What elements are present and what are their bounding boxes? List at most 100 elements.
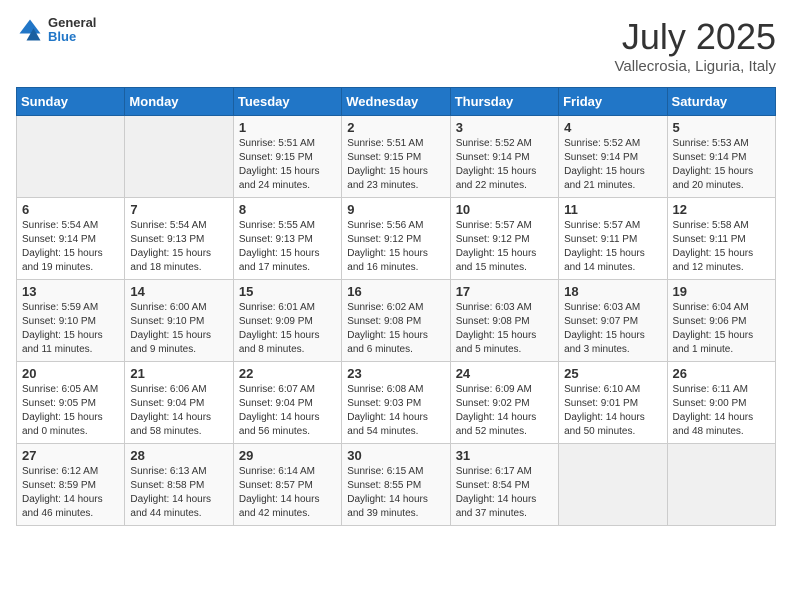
day-number: 1 xyxy=(239,120,336,135)
cell-content: Sunrise: 5:54 AMSunset: 9:14 PMDaylight:… xyxy=(22,219,119,275)
day-number: 15 xyxy=(239,284,336,299)
cell-content: Sunrise: 5:59 AMSunset: 9:10 PMDaylight:… xyxy=(22,301,119,357)
cell-content: Sunrise: 6:03 AMSunset: 9:08 PMDaylight:… xyxy=(456,301,553,357)
calendar-cell xyxy=(559,444,667,526)
cell-content: Sunrise: 6:01 AMSunset: 9:09 PMDaylight:… xyxy=(239,301,336,357)
calendar-header-row: SundayMondayTuesdayWednesdayThursdayFrid… xyxy=(17,88,776,116)
day-header: Monday xyxy=(125,88,233,116)
calendar-cell: 13 Sunrise: 5:59 AMSunset: 9:10 PMDayligh… xyxy=(17,280,125,362)
cell-content: Sunrise: 6:09 AMSunset: 9:02 PMDaylight:… xyxy=(456,383,553,439)
day-number: 9 xyxy=(347,202,444,217)
cell-content: Sunrise: 5:58 AMSunset: 9:11 PMDaylight:… xyxy=(673,219,770,275)
day-number: 7 xyxy=(130,202,227,217)
calendar-cell: 4Sunrise: 5:52 AMSunset: 9:14 PMDaylight… xyxy=(559,116,667,198)
calendar-cell: 7 Sunrise: 5:54 AMSunset: 9:13 PMDaylight… xyxy=(125,198,233,280)
calendar-cell: 30 Sunrise: 6:15 AMSunset: 8:55 PMDayligh… xyxy=(342,444,450,526)
calendar-table: SundayMondayTuesdayWednesdayThursdayFrid… xyxy=(16,87,776,526)
day-header: Saturday xyxy=(667,88,775,116)
cell-content: Sunrise: 6:00 AMSunset: 9:10 PMDaylight:… xyxy=(130,301,227,357)
location: Vallecrosia, Liguria, Italy xyxy=(615,58,776,75)
cell-content: Sunrise: 6:05 AMSunset: 9:05 PMDaylight:… xyxy=(22,383,119,439)
calendar-cell: 25Sunrise: 6:10 AMSunset: 9:01 PMDayligh… xyxy=(559,362,667,444)
page-header: General Blue July 2025 Vallecrosia, Ligu… xyxy=(16,16,776,75)
cell-content: Sunrise: 5:54 AMSunset: 9:13 PMDaylight:… xyxy=(130,219,227,275)
calendar-cell: 31 Sunrise: 6:17 AMSunset: 8:54 PMDayligh… xyxy=(450,444,558,526)
day-header: Friday xyxy=(559,88,667,116)
cell-content: Sunrise: 6:12 AMSunset: 8:59 PMDaylight:… xyxy=(22,465,119,521)
day-number: 13 xyxy=(22,284,119,299)
cell-content: Sunrise: 6:02 AMSunset: 9:08 PMDaylight:… xyxy=(347,301,444,357)
logo-general: General xyxy=(48,16,96,30)
month-title: July 2025 xyxy=(615,16,776,58)
day-number: 26 xyxy=(673,366,770,381)
cell-content: Sunrise: 6:17 AMSunset: 8:54 PMDaylight:… xyxy=(456,465,553,521)
cell-content: Sunrise: 5:57 AMSunset: 9:11 PMDaylight:… xyxy=(564,219,661,275)
day-number: 19 xyxy=(673,284,770,299)
cell-content: Sunrise: 6:10 AMSunset: 9:01 PMDaylight:… xyxy=(564,383,661,439)
calendar-cell: 2Sunrise: 5:51 AMSunset: 9:15 PMDaylight… xyxy=(342,116,450,198)
logo: General Blue xyxy=(16,16,96,45)
calendar-cell: 27 Sunrise: 6:12 AMSunset: 8:59 PMDayligh… xyxy=(17,444,125,526)
cell-content: Sunrise: 5:53 AMSunset: 9:14 PMDaylight:… xyxy=(673,137,770,193)
cell-content: Sunrise: 5:56 AMSunset: 9:12 PMDaylight:… xyxy=(347,219,444,275)
calendar-cell: 1Sunrise: 5:51 AMSunset: 9:15 PMDaylight… xyxy=(233,116,341,198)
day-number: 23 xyxy=(347,366,444,381)
calendar-cell: 20Sunrise: 6:05 AMSunset: 9:05 PMDayligh… xyxy=(17,362,125,444)
cell-content: Sunrise: 6:13 AMSunset: 8:58 PMDaylight:… xyxy=(130,465,227,521)
cell-content: Sunrise: 5:52 AMSunset: 9:14 PMDaylight:… xyxy=(456,137,553,193)
calendar-cell: 22Sunrise: 6:07 AMSunset: 9:04 PMDayligh… xyxy=(233,362,341,444)
day-number: 12 xyxy=(673,202,770,217)
calendar-week-row: 1Sunrise: 5:51 AMSunset: 9:15 PMDaylight… xyxy=(17,116,776,198)
day-number: 18 xyxy=(564,284,661,299)
cell-content: Sunrise: 6:15 AMSunset: 8:55 PMDaylight:… xyxy=(347,465,444,521)
cell-content: Sunrise: 6:03 AMSunset: 9:07 PMDaylight:… xyxy=(564,301,661,357)
calendar-cell: 9 Sunrise: 5:56 AMSunset: 9:12 PMDaylight… xyxy=(342,198,450,280)
calendar-cell: 16 Sunrise: 6:02 AMSunset: 9:08 PMDayligh… xyxy=(342,280,450,362)
calendar-cell: 17 Sunrise: 6:03 AMSunset: 9:08 PMDayligh… xyxy=(450,280,558,362)
calendar-cell: 3Sunrise: 5:52 AMSunset: 9:14 PMDaylight… xyxy=(450,116,558,198)
calendar-cell: 28Sunrise: 6:13 AMSunset: 8:58 PMDayligh… xyxy=(125,444,233,526)
calendar-week-row: 13 Sunrise: 5:59 AMSunset: 9:10 PMDayligh… xyxy=(17,280,776,362)
day-number: 2 xyxy=(347,120,444,135)
day-number: 17 xyxy=(456,284,553,299)
calendar-cell: 8Sunrise: 5:55 AMSunset: 9:13 PMDaylight… xyxy=(233,198,341,280)
day-header: Tuesday xyxy=(233,88,341,116)
calendar-cell xyxy=(17,116,125,198)
calendar-week-row: 20Sunrise: 6:05 AMSunset: 9:05 PMDayligh… xyxy=(17,362,776,444)
calendar-cell: 12 Sunrise: 5:58 AMSunset: 9:11 PMDayligh… xyxy=(667,198,775,280)
day-number: 11 xyxy=(564,202,661,217)
calendar-cell: 15 Sunrise: 6:01 AMSunset: 9:09 PMDayligh… xyxy=(233,280,341,362)
day-number: 6 xyxy=(22,202,119,217)
calendar-cell: 26 Sunrise: 6:11 AMSunset: 9:00 PMDayligh… xyxy=(667,362,775,444)
calendar-cell: 10Sunrise: 5:57 AMSunset: 9:12 PMDayligh… xyxy=(450,198,558,280)
calendar-week-row: 27 Sunrise: 6:12 AMSunset: 8:59 PMDayligh… xyxy=(17,444,776,526)
day-number: 21 xyxy=(130,366,227,381)
day-number: 24 xyxy=(456,366,553,381)
calendar-cell: 11 Sunrise: 5:57 AMSunset: 9:11 PMDayligh… xyxy=(559,198,667,280)
calendar-cell xyxy=(667,444,775,526)
logo-blue: Blue xyxy=(48,30,96,44)
logo-text: General Blue xyxy=(48,16,96,45)
day-number: 29 xyxy=(239,448,336,463)
calendar-cell xyxy=(125,116,233,198)
day-number: 14 xyxy=(130,284,227,299)
calendar-week-row: 6 Sunrise: 5:54 AMSunset: 9:14 PMDaylight… xyxy=(17,198,776,280)
day-number: 16 xyxy=(347,284,444,299)
calendar-cell: 23 Sunrise: 6:08 AMSunset: 9:03 PMDayligh… xyxy=(342,362,450,444)
title-block: July 2025 Vallecrosia, Liguria, Italy xyxy=(615,16,776,75)
calendar-cell: 19Sunrise: 6:04 AMSunset: 9:06 PMDayligh… xyxy=(667,280,775,362)
day-number: 27 xyxy=(22,448,119,463)
day-header: Sunday xyxy=(17,88,125,116)
cell-content: Sunrise: 6:14 AMSunset: 8:57 PMDaylight:… xyxy=(239,465,336,521)
cell-content: Sunrise: 6:08 AMSunset: 9:03 PMDaylight:… xyxy=(347,383,444,439)
calendar-cell: 21 Sunrise: 6:06 AMSunset: 9:04 PMDayligh… xyxy=(125,362,233,444)
cell-content: Sunrise: 6:07 AMSunset: 9:04 PMDaylight:… xyxy=(239,383,336,439)
day-number: 5 xyxy=(673,120,770,135)
calendar-cell: 18 Sunrise: 6:03 AMSunset: 9:07 PMDayligh… xyxy=(559,280,667,362)
cell-content: Sunrise: 6:06 AMSunset: 9:04 PMDaylight:… xyxy=(130,383,227,439)
day-number: 31 xyxy=(456,448,553,463)
day-number: 30 xyxy=(347,448,444,463)
day-header: Wednesday xyxy=(342,88,450,116)
cell-content: Sunrise: 6:11 AMSunset: 9:00 PMDaylight:… xyxy=(673,383,770,439)
day-number: 4 xyxy=(564,120,661,135)
